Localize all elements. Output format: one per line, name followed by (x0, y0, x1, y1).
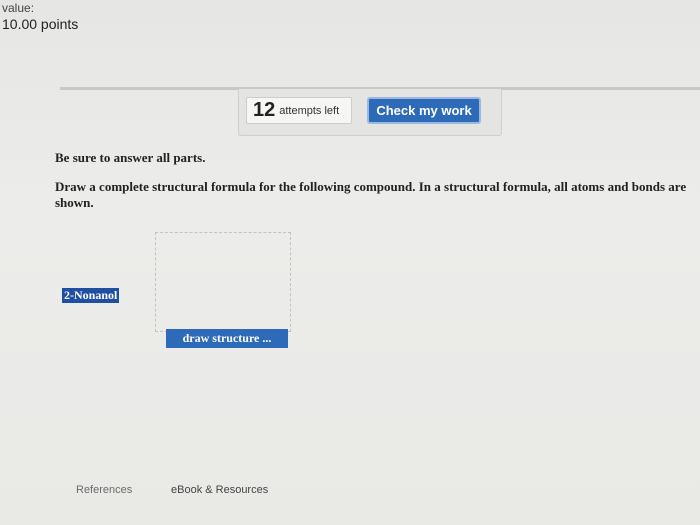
instruction-draw: Draw a complete structural formula for t… (55, 179, 687, 210)
attempts-text: attempts left (279, 104, 340, 117)
instruction-answer-all: Be sure to answer all parts. (55, 150, 206, 165)
page: value: 10.00 points 12 attempts left Che… (0, 0, 700, 525)
check-my-work-button[interactable]: Check my work (367, 97, 481, 124)
ebook-resources-link[interactable]: eBook & Resources (171, 484, 268, 496)
points-value: 10.00 points (2, 16, 79, 32)
structure-drawing-area[interactable] (155, 232, 291, 332)
value-label: value: (2, 1, 35, 15)
draw-structure-button[interactable]: draw structure ... (166, 329, 288, 348)
references-link[interactable]: References (76, 484, 132, 496)
attempts-count: 12 (253, 99, 276, 121)
attempts-counter: 12 attempts left (246, 97, 352, 124)
compound-name: 2-Nonanol (62, 288, 120, 303)
